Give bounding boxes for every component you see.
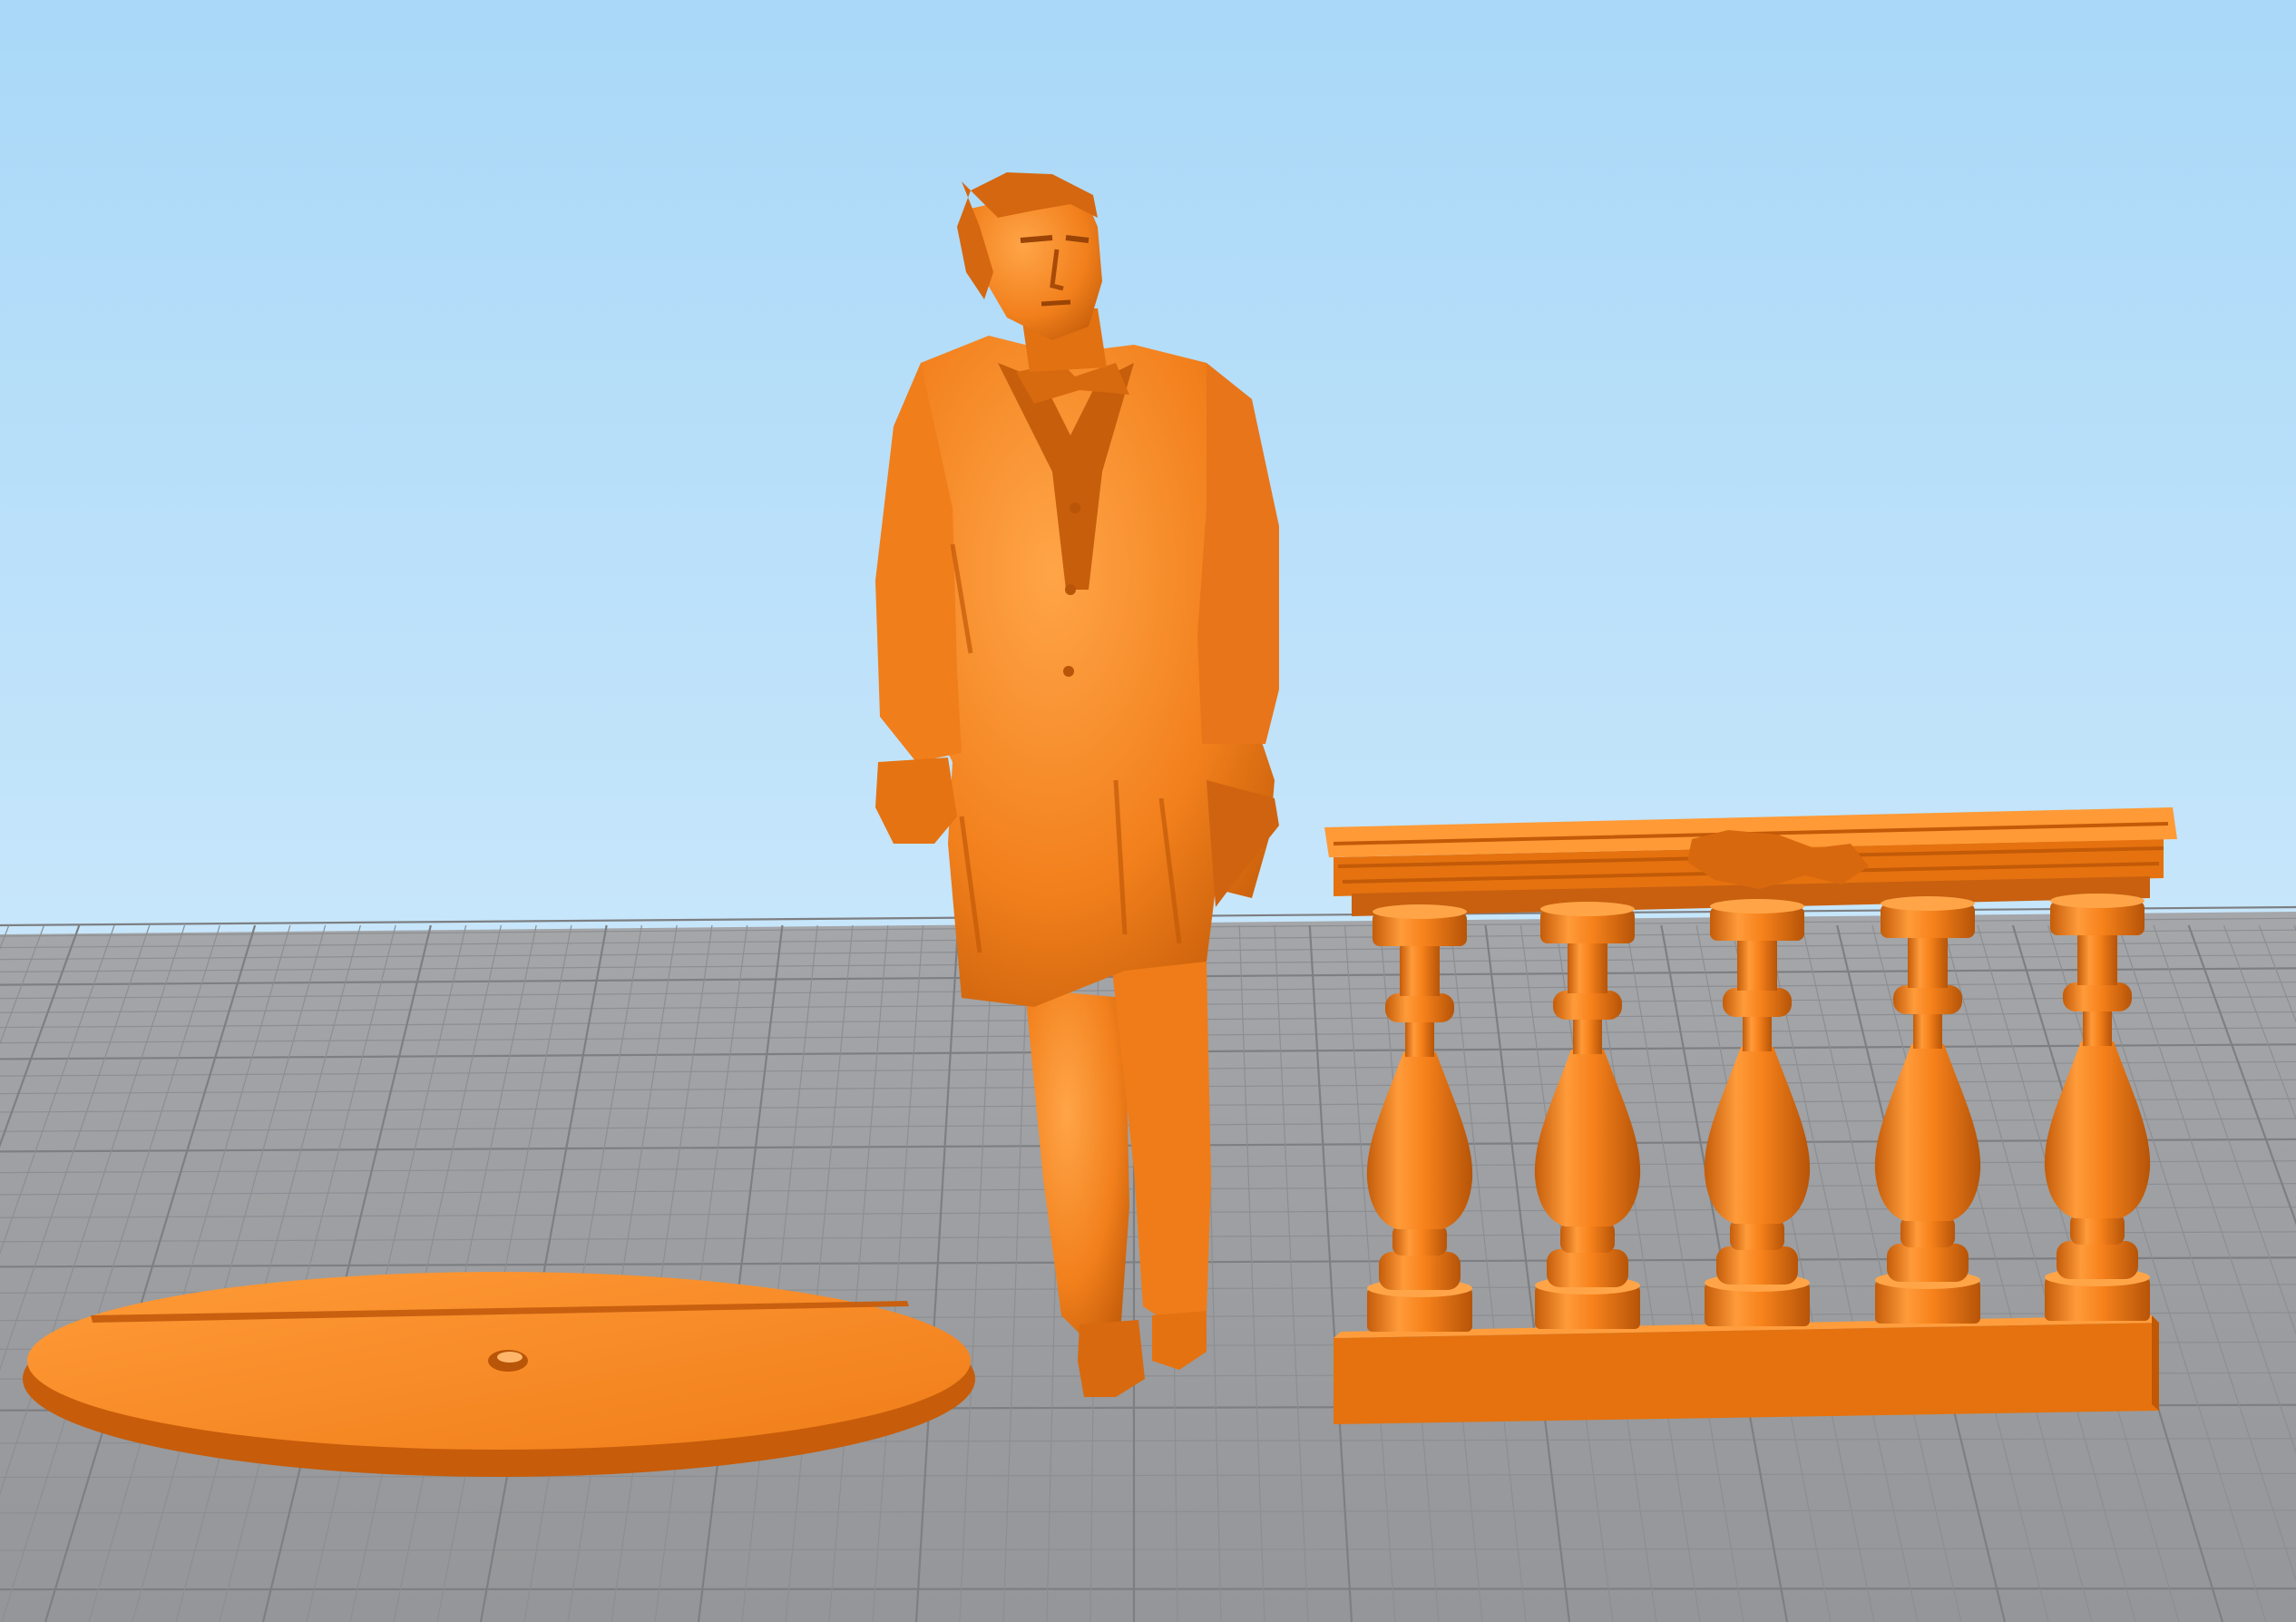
scene-canvas[interactable] [0, 0, 2296, 1622]
baluster-cap-top [2050, 894, 2145, 908]
baluster-neck [1405, 1021, 1434, 1057]
figure-mouth [1041, 299, 1071, 307]
baluster-cap-top [1373, 904, 1467, 919]
baluster-neck-low [2070, 1214, 2125, 1245]
baluster-neck [1913, 1012, 1942, 1049]
baluster-top-neck [1737, 938, 1777, 991]
baluster-neck [2083, 1010, 2112, 1046]
baluster-upper-ring [1385, 993, 1454, 1022]
baluster-cap-top [1540, 902, 1635, 916]
baluster-neck-low [1900, 1216, 1955, 1247]
figure-button-2 [1065, 584, 1076, 595]
balustrade-plinth-front [1334, 1323, 2159, 1424]
baluster-lower-ring [2057, 1241, 2138, 1279]
baluster-neck [1743, 1015, 1772, 1051]
baluster-upper-ring [1553, 991, 1622, 1020]
figure-button-3 [1063, 666, 1074, 677]
baluster-top-neck [2077, 933, 2117, 985]
baluster-cap-top [1881, 896, 1975, 911]
baluster-lower-ring [1887, 1244, 1969, 1282]
baluster-top-neck [1400, 943, 1440, 996]
3d-print-preview-viewport[interactable] [0, 0, 2296, 1622]
baluster-lower-ring [1716, 1246, 1798, 1285]
baluster-cap-top [1710, 899, 1804, 914]
baluster-lower-ring [1379, 1252, 1461, 1290]
baluster-neck-low [1560, 1222, 1615, 1253]
baluster-neck-low [1730, 1219, 1784, 1250]
balustrade-plinth-side [2152, 1315, 2159, 1411]
figure-button-1 [1070, 503, 1080, 513]
baluster-upper-ring [2063, 982, 2132, 1011]
baluster-neck-low [1392, 1225, 1447, 1256]
baluster-upper-ring [1723, 988, 1792, 1017]
baluster-upper-ring [1893, 985, 1962, 1014]
baluster-lower-ring [1547, 1249, 1628, 1287]
baluster-neck [1573, 1018, 1602, 1054]
figure-right-fist [875, 757, 957, 844]
baluster-top-neck [1908, 935, 1948, 988]
bed-grid-line-h [0, 1588, 2296, 1591]
base-peg-highlight [497, 1352, 523, 1363]
model-oval-base[interactable] [23, 1272, 975, 1477]
baluster-top-neck [1568, 941, 1607, 993]
